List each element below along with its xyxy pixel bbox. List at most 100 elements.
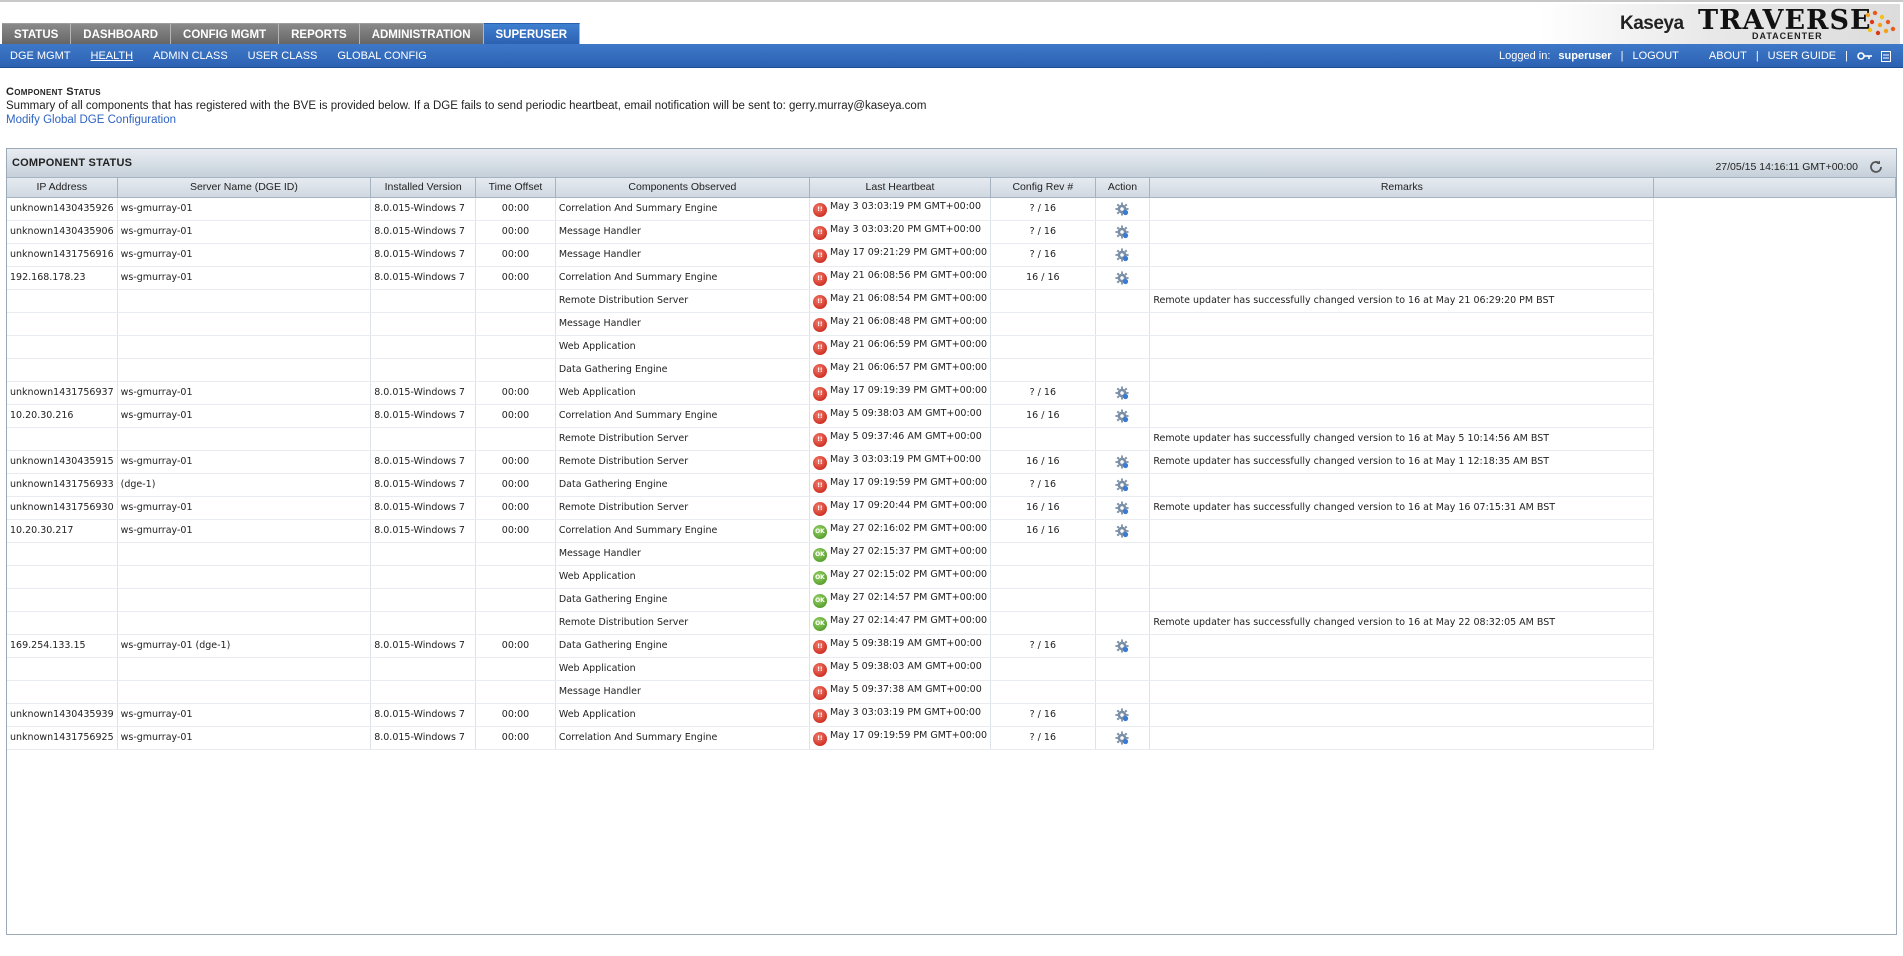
tab-superuser[interactable]: SUPERUSER	[483, 23, 581, 46]
row-filler	[1654, 726, 1896, 749]
table-row: unknown1431756937 ws-gmurray-01 8.0.015-Wi…	[7, 381, 1896, 405]
column-header[interactable]: Remarks	[1149, 178, 1655, 198]
subtab-user-class[interactable]: USER CLASS	[248, 50, 318, 62]
ip-address-cell: unknown1430435939	[7, 703, 118, 727]
gear-icon[interactable]	[1115, 247, 1130, 262]
subtab-admin-class[interactable]: ADMIN CLASS	[153, 50, 228, 62]
server-name-cell: ws-gmurray-01	[117, 496, 372, 520]
action-cell	[1095, 611, 1151, 635]
column-header[interactable]: Time Offset	[475, 178, 556, 198]
intro-section: Component Status Summary of all componen…	[6, 86, 926, 126]
gear-icon[interactable]	[1115, 477, 1130, 492]
status-error-icon: !!	[812, 501, 827, 516]
component-cell: Web Application	[555, 381, 810, 405]
column-header[interactable]: Components Observed	[555, 178, 810, 198]
gear-icon[interactable]	[1115, 523, 1130, 538]
gear-icon[interactable]	[1115, 270, 1130, 285]
gear-icon[interactable]	[1115, 408, 1130, 423]
status-error-icon: !!	[812, 271, 827, 286]
config-rev-cell	[990, 588, 1096, 612]
action-cell	[1095, 335, 1151, 359]
remarks-cell	[1149, 588, 1655, 612]
modify-global-dge-config-link[interactable]: Modify Global DGE Configuration	[6, 114, 926, 126]
gear-icon[interactable]	[1115, 201, 1130, 216]
column-header[interactable]: Last Heartbeat	[809, 178, 992, 198]
status-error-icon: !!	[812, 294, 827, 309]
gear-icon[interactable]	[1115, 707, 1130, 722]
refresh-icon[interactable]	[1868, 159, 1884, 175]
tab-dashboard[interactable]: DASHBOARD	[71, 23, 172, 46]
time-offset-cell	[475, 289, 556, 313]
status-error-icon: !!	[812, 708, 827, 723]
time-offset-cell: 00:00	[475, 703, 556, 727]
component-cell: Data Gathering Engine	[555, 588, 810, 612]
component-cell: Correlation And Summary Engine	[555, 519, 810, 543]
row-filler	[1654, 519, 1896, 542]
installed-version-cell	[370, 289, 477, 313]
row-filler	[1654, 542, 1896, 565]
last-heartbeat-cell: !! May 21 06:08:56 PM GMT+00:00	[809, 266, 992, 290]
remarks-cell	[1149, 680, 1655, 704]
time-offset-cell: 00:00	[475, 404, 556, 428]
subtab-global-config[interactable]: GLOBAL CONFIG	[337, 50, 426, 62]
column-header[interactable]: Config Rev #	[990, 178, 1096, 198]
installed-version-cell: 8.0.015-Windows 7	[370, 634, 477, 658]
remarks-cell	[1149, 358, 1655, 382]
component-cell: Data Gathering Engine	[555, 473, 810, 497]
installed-version-cell: 8.0.015-Windows 7	[370, 381, 477, 405]
table-row: unknown1430435939 ws-gmurray-01 8.0.015-Wi…	[7, 703, 1896, 727]
component-cell: Message Handler	[555, 312, 810, 336]
gear-icon[interactable]	[1115, 638, 1130, 653]
config-rev-cell: ? / 16	[990, 634, 1096, 658]
about-link[interactable]: ABOUT	[1709, 50, 1747, 62]
last-heartbeat-cell: !! May 3 03:03:19 PM GMT+00:00	[809, 703, 992, 727]
gear-icon[interactable]	[1115, 500, 1130, 515]
gear-icon[interactable]	[1115, 730, 1130, 745]
component-cell: Web Application	[555, 335, 810, 359]
last-heartbeat-cell: !! May 21 06:06:59 PM GMT+00:00	[809, 335, 992, 359]
config-rev-cell: ? / 16	[990, 197, 1096, 221]
column-header[interactable]: IP Address	[7, 178, 118, 198]
menu-icon[interactable]	[1881, 50, 1891, 62]
status-ok-icon: OK	[812, 524, 827, 539]
table-row: Web Application!! May 5 09:38:03 AM GMT+0…	[7, 657, 1896, 681]
server-name-cell: (dge-1)	[117, 473, 372, 497]
row-filler	[1654, 335, 1896, 358]
tab-reports[interactable]: REPORTS	[279, 23, 360, 46]
ip-address-cell	[7, 312, 118, 336]
gear-icon[interactable]	[1115, 454, 1130, 469]
subtab-health[interactable]: HEALTH	[91, 50, 134, 62]
table-row: 10.20.30.217 ws-gmurray-01 8.0.015-Windows…	[7, 519, 1896, 543]
tab-config-mgmt[interactable]: CONFIG MGMT	[171, 23, 280, 46]
server-name-cell	[117, 427, 372, 451]
column-header[interactable]: Installed Version	[370, 178, 477, 198]
component-cell: Remote Distribution Server	[555, 611, 810, 635]
tab-administration[interactable]: ADMINISTRATION	[359, 23, 484, 46]
ip-address-cell: 10.20.30.216	[7, 404, 118, 428]
panel-timestamp: 27/05/15 14:16:11 GMT+00:00	[1715, 161, 1858, 173]
user-guide-link[interactable]: USER GUIDE	[1768, 50, 1836, 62]
component-cell: Message Handler	[555, 680, 810, 704]
gear-icon[interactable]	[1115, 385, 1130, 400]
ip-address-cell: unknown1431756916	[7, 243, 118, 267]
gear-icon[interactable]	[1115, 224, 1130, 239]
key-icon[interactable]	[1857, 51, 1873, 61]
status-error-icon: !!	[812, 478, 827, 493]
column-header[interactable]: Server Name (DGE ID)	[117, 178, 372, 198]
installed-version-cell: 8.0.015-Windows 7	[370, 496, 477, 520]
action-cell	[1095, 634, 1151, 658]
server-name-cell: ws-gmurray-01	[117, 404, 372, 428]
remarks-cell	[1149, 243, 1655, 267]
heartbeat-text: May 27 02:15:37 PM GMT+00:00	[829, 545, 988, 557]
subtab-dge-mgmt[interactable]: DGE MGMT	[10, 50, 71, 62]
config-rev-cell	[990, 542, 1096, 566]
logout-link[interactable]: LOGOUT	[1632, 50, 1678, 62]
action-cell	[1095, 496, 1151, 520]
remarks-cell: Remote updater has successfully changed …	[1149, 496, 1655, 520]
main-tabs: STATUS DASHBOARD CONFIG MGMT REPORTS ADMINIS…	[2, 23, 581, 46]
action-cell	[1095, 427, 1151, 451]
installed-version-cell: 8.0.015-Windows 7	[370, 220, 477, 244]
column-header[interactable]: Action	[1095, 178, 1151, 198]
heartbeat-text: May 5 09:37:46 AM GMT+00:00	[829, 430, 982, 442]
tab-status[interactable]: STATUS	[2, 23, 72, 46]
